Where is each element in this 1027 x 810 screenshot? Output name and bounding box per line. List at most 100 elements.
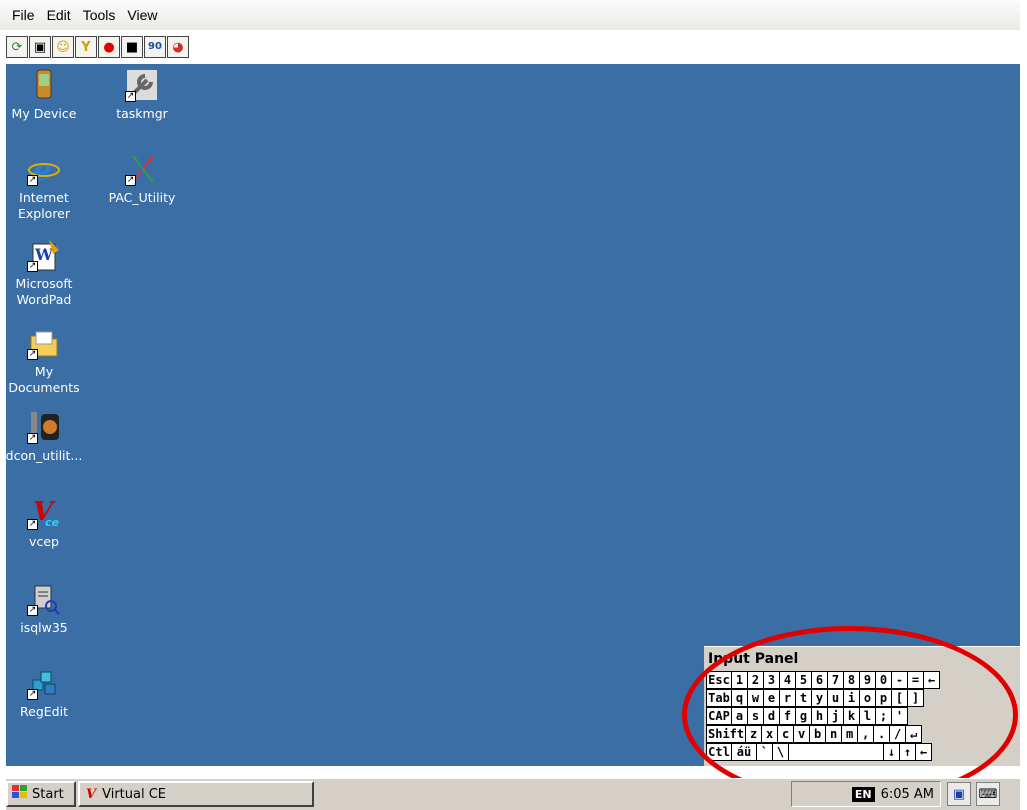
desktop-icon-isqlw35[interactable]: ↗ isqlw35 [6,582,86,636]
keyboard-key[interactable]: h [811,707,828,725]
desktop-icon-taskmgr[interactable]: ↗ taskmgr [100,68,184,122]
keyboard-key[interactable]: l [859,707,876,725]
keyboard-key[interactable]: ] [907,689,924,707]
isql-icon: ↗ [27,582,61,616]
keyboard-key[interactable]: ← [923,671,940,689]
smiley-button[interactable]: ☺ [52,36,74,58]
keyboard-key[interactable]: i [843,689,860,707]
menu-edit[interactable]: Edit [41,7,77,23]
desktop-icon-label: isqlw35 [20,620,68,635]
shortcut-arrow-icon: ↗ [27,433,38,444]
keyboard-key[interactable]: c [777,725,795,743]
desktop-button[interactable]: ▣ [947,782,971,806]
keyboard-key[interactable]: p [875,689,892,707]
desktop-icon-regedit[interactable]: ↗ RegEdit [6,666,86,720]
keyboard-key[interactable]: o [859,689,876,707]
keyboard-key[interactable]: b [809,725,827,743]
keyboard-key[interactable]: ↓ [883,743,900,761]
keyboard-key[interactable]: Esc [706,671,732,689]
keyboard-key[interactable]: ← [915,743,932,761]
keyboard-key[interactable]: m [841,725,859,743]
taskbar-item-virtual-ce[interactable]: V Virtual CE [78,781,314,807]
connect-button[interactable]: Y [75,36,97,58]
desktop-icon-vcep[interactable]: Vce ↗ vcep [6,496,86,550]
keyboard-key[interactable]: f [779,707,796,725]
keyboard-key[interactable]: z [745,725,763,743]
input-panel-button[interactable]: ⌨ [976,782,1000,806]
keyboard-key[interactable]: , [857,725,875,743]
desktop-icon-pac-utility[interactable]: ↗ PAC_Utility [100,152,184,206]
keyboard-key[interactable]: 4 [779,671,796,689]
keyboard-key[interactable]: 5 [795,671,812,689]
keyboard-key[interactable]: 0 [875,671,892,689]
keyboard-key[interactable]: r [779,689,796,707]
keyboard-key[interactable]: w [747,689,764,707]
keyboard-key[interactable]: e [763,689,780,707]
keyboard-key[interactable]: ↵ [905,725,923,743]
menu-view[interactable]: View [121,7,163,23]
start-button[interactable]: Start [6,781,76,807]
keyboard-key[interactable]: [ [891,689,908,707]
keyboard-key[interactable]: \ [772,743,789,761]
desktop-icon-wordpad[interactable]: W ↗ Microsoft WordPad [6,238,86,308]
desktop-icon-my-device[interactable]: My Device [6,68,86,122]
keyboard-key[interactable]: ; [875,707,892,725]
vcep-icon: Vce ↗ [27,496,61,530]
keyboard-key[interactable]: y [811,689,828,707]
keyboard-key[interactable]: Ctl [706,743,732,761]
keyboard-key[interactable]: 3 [763,671,780,689]
desktop-icon: ▣ [952,786,966,802]
menu-file[interactable]: File [0,7,41,23]
keyboard-key[interactable]: ↑ [899,743,916,761]
keyboard-row: CAP a s d f g h j k l; ' [706,707,996,725]
keyboard-key[interactable]: d [763,707,780,725]
stop-button[interactable]: ■ [121,36,143,58]
keyboard-key[interactable]: . [873,725,891,743]
keyboard-key[interactable]: ' [891,707,908,725]
keyboard-icon: ⌨ [978,786,998,802]
language-indicator[interactable]: EN [851,786,875,802]
keyboard-key[interactable]: = [907,671,924,689]
key-space[interactable] [788,743,884,761]
desktop-icon-my-documents[interactable]: ↗ My Documents [6,326,86,396]
screenshot-button[interactable]: ▣ [29,36,51,58]
menu-tools[interactable]: Tools [77,7,122,23]
keyboard-key[interactable]: Tab [706,689,732,707]
keyboard-key[interactable]: CAP [706,707,732,725]
keyboard-key[interactable]: n [825,725,843,743]
keyboard-key[interactable]: j [827,707,844,725]
keyboard-key[interactable]: 2 [747,671,764,689]
record-button[interactable]: ● [98,36,120,58]
desktop-icon-internet-explorer[interactable]: e ↗ Internet Explorer [6,152,86,222]
rotate-button[interactable]: 90 [144,36,166,58]
keyboard-key[interactable]: u [827,689,844,707]
shortcut-arrow-icon: ↗ [125,91,136,102]
keyboard-key[interactable]: s [747,707,764,725]
desktop-icon-label: My Device [11,106,77,121]
color-button[interactable]: ◕ [167,36,189,58]
keyboard-key[interactable]: 8 [843,671,860,689]
keyboard-key[interactable]: k [843,707,860,725]
keyboard-key[interactable]: / [889,725,907,743]
keyboard-key[interactable]: 9 [859,671,876,689]
keyboard-key[interactable]: v [793,725,811,743]
keyboard-key[interactable]: 6 [811,671,828,689]
keyboard-key[interactable]: 7 [827,671,844,689]
clock[interactable]: 6:05 AM [881,787,934,802]
smiley-icon: ☺ [56,39,70,55]
keyboard-key[interactable]: g [795,707,812,725]
keyboard-key[interactable]: x [761,725,779,743]
soft-keyboard: Esc 1 2 3 4 5 6 7 8 9 0- = ← Tab q w e r t y u i o p[] CAP a s d f g h… [706,671,996,761]
keyboard-key[interactable]: 1 [731,671,748,689]
refresh-button[interactable]: ⟳ [6,36,28,58]
keyboard-key[interactable]: áü [731,743,757,761]
start-label: Start [32,786,64,802]
shortcut-arrow-icon: ↗ [27,519,38,530]
keyboard-key[interactable]: ` [756,743,773,761]
keyboard-key[interactable]: a [731,707,748,725]
keyboard-key[interactable]: Shift [706,725,747,743]
desktop-icon-dcon-utility[interactable]: ↗ dcon_utilit... [6,410,86,464]
keyboard-key[interactable]: - [891,671,908,689]
keyboard-key[interactable]: q [731,689,748,707]
keyboard-key[interactable]: t [795,689,812,707]
